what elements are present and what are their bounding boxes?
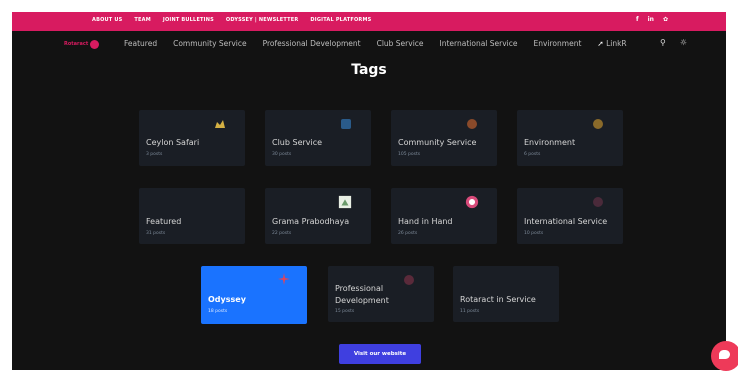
- tag-label: Professional Development: [335, 283, 401, 307]
- nav-item-professional-development[interactable]: Professional Development: [263, 39, 361, 48]
- main-navbar: Rotaract Featured Community Service Prof…: [12, 31, 726, 57]
- top-link-newsletter[interactable]: ODYSSEY | NEWSLETTER: [226, 17, 299, 23]
- tag-card-odyssey[interactable]: Odyssey 18 posts: [201, 266, 307, 324]
- tag-label: International Service: [524, 217, 608, 226]
- top-link-joint-bulletins[interactable]: JOINT BULLETINS: [163, 17, 214, 23]
- tag-count: 6 posts: [524, 152, 541, 157]
- top-links: ABOUT US TEAM JOINT BULLETINS ODYSSEY | …: [92, 17, 371, 23]
- tag-count: 3 posts: [146, 152, 163, 157]
- nav-icons: ⚲ ☼: [660, 38, 687, 47]
- nav-item-environment[interactable]: Environment: [534, 39, 582, 48]
- nav-menu: Featured Community Service Professional …: [124, 39, 627, 48]
- tag-card-ceylon-safari[interactable]: Ceylon Safari 3 posts: [139, 110, 245, 166]
- tag-card-club-service[interactable]: Club Service 30 posts: [265, 110, 371, 166]
- tag-label: Hand in Hand: [398, 217, 453, 226]
- tag-label: Featured: [146, 217, 182, 226]
- nav-item-club-service[interactable]: Club Service: [377, 39, 424, 48]
- tag-count: 15 posts: [335, 309, 355, 314]
- chat-icon[interactable]: [711, 341, 738, 371]
- logo-wheel-icon: [90, 39, 100, 49]
- tag-count: 26 posts: [398, 231, 418, 236]
- tag-label: Rotaract in Service: [460, 295, 536, 304]
- tag-count: 22 posts: [272, 231, 292, 236]
- nav-item-linkr[interactable]: ➚ LinkR: [597, 39, 626, 48]
- tag-card-hand-in-hand[interactable]: Hand in Hand 26 posts: [391, 188, 497, 244]
- tag-label: Environment: [524, 138, 576, 147]
- visit-website-button[interactable]: Visit our website: [339, 344, 421, 364]
- tag-count: 105 posts: [398, 152, 421, 157]
- site-logo[interactable]: Rotaract: [64, 39, 104, 49]
- tag-count: 30 posts: [272, 152, 292, 157]
- top-bar: ABOUT US TEAM JOINT BULLETINS ODYSSEY | …: [12, 12, 726, 31]
- top-link-digital-platforms[interactable]: DIGITAL PLATFORMS: [310, 17, 371, 23]
- tag-label: Community Service: [398, 138, 477, 147]
- tag-card-featured[interactable]: Featured 31 posts: [139, 188, 245, 244]
- linkedin-icon[interactable]: in: [648, 16, 654, 23]
- tag-label: Odyssey: [208, 295, 246, 304]
- tag-label: Club Service: [272, 138, 323, 147]
- tag-card-grama-prabodhaya[interactable]: Grama Prabodhaya 22 posts: [265, 188, 371, 244]
- club-service-icon: [339, 117, 353, 131]
- tag-count: 10 posts: [524, 231, 544, 236]
- environment-icon: [591, 117, 605, 131]
- theme-toggle-icon[interactable]: ☼: [680, 38, 687, 47]
- tag-count: 11 posts: [460, 309, 480, 314]
- nav-item-international-service[interactable]: International Service: [440, 39, 518, 48]
- grama-prabodhaya-icon: [338, 195, 352, 209]
- safari-icon: [213, 117, 227, 131]
- rocket-icon: ➚: [597, 39, 604, 48]
- tag-count: 18 posts: [208, 309, 228, 314]
- tag-label-text: Professional Development: [335, 284, 389, 305]
- nav-item-community-service[interactable]: Community Service: [173, 39, 247, 48]
- hand-in-hand-icon: [465, 195, 479, 209]
- nav-item-linkr-label: LinkR: [606, 39, 627, 48]
- top-link-about-us[interactable]: ABOUT US: [92, 17, 122, 23]
- tag-card-environment[interactable]: Environment 6 posts: [517, 110, 623, 166]
- tag-card-community-service[interactable]: Community Service 105 posts: [391, 110, 497, 166]
- odyssey-icon: [277, 272, 291, 286]
- tag-card-international-service[interactable]: International Service 10 posts: [517, 188, 623, 244]
- tag-label: Ceylon Safari: [146, 138, 200, 147]
- professional-development-icon: [402, 273, 416, 287]
- facebook-icon[interactable]: f: [636, 16, 639, 23]
- page-title: Tags: [351, 62, 387, 78]
- tag-card-rotaract-in-service[interactable]: Rotaract in Service 11 posts: [453, 266, 559, 322]
- community-service-icon: [465, 117, 479, 131]
- nav-item-featured[interactable]: Featured: [124, 39, 157, 48]
- tag-card-professional-development[interactable]: Professional Development 15 posts: [328, 266, 434, 322]
- international-service-icon: [591, 195, 605, 209]
- twitter-icon[interactable]: ✿: [663, 16, 668, 23]
- logo-text: Rotaract: [64, 41, 89, 47]
- tag-count: 31 posts: [146, 231, 166, 236]
- tag-label: Grama Prabodhaya: [272, 217, 350, 226]
- top-link-team[interactable]: TEAM: [134, 17, 150, 23]
- search-icon[interactable]: ⚲: [660, 38, 666, 47]
- social-links: f in ✿: [636, 16, 668, 23]
